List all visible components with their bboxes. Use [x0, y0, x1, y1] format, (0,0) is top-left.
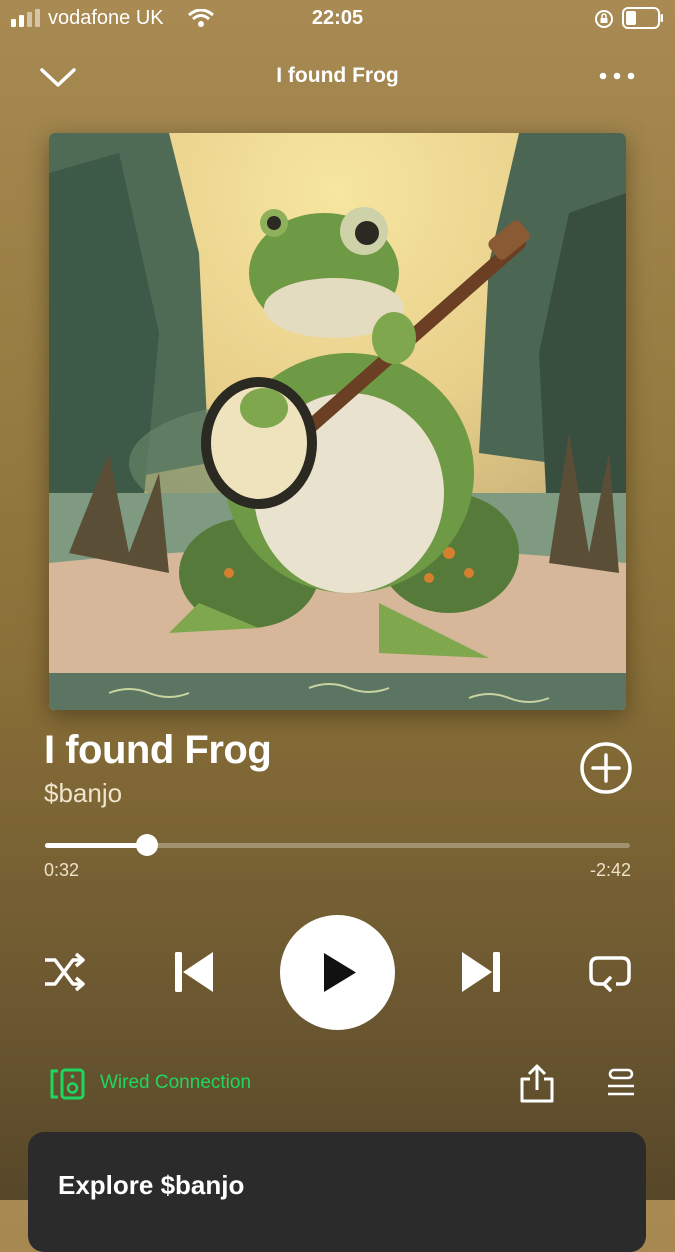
progress-track[interactable]	[45, 834, 630, 856]
status-bar: vodafone UK 22:05	[0, 0, 675, 40]
repeat-icon	[589, 956, 631, 992]
progress-thumb[interactable]	[135, 834, 158, 856]
next-button[interactable]	[460, 950, 502, 994]
shuffle-button[interactable]	[42, 952, 88, 992]
more-options-button[interactable]	[598, 66, 636, 86]
shuffle-icon	[45, 952, 85, 992]
share-icon	[520, 1064, 554, 1103]
speaker-device-icon	[50, 1068, 85, 1100]
repeat-button[interactable]	[588, 951, 632, 993]
queue-icon	[608, 1068, 634, 1096]
skip-previous-icon	[175, 952, 213, 992]
remaining-time: -2:42	[589, 860, 631, 880]
plus-circle-icon	[580, 742, 632, 794]
progress-fill	[45, 843, 147, 848]
skip-next-icon	[462, 952, 500, 992]
play-button[interactable]	[280, 915, 395, 1030]
album-artwork	[49, 133, 626, 710]
status-time: 22:05	[311, 7, 364, 29]
device-label[interactable]: Wired Connection	[100, 1072, 251, 1094]
play-icon	[280, 915, 395, 1030]
explore-card-title: Explore $banjo	[58, 1170, 245, 1200]
artist-name[interactable]: $banjo	[44, 778, 122, 809]
explore-artist-card[interactable]: Explore $banjo	[28, 1132, 646, 1252]
elapsed-time: 0:32	[44, 860, 80, 880]
track-title: I found Frog	[44, 728, 272, 772]
orientation-lock-icon	[595, 10, 613, 28]
battery-icon	[622, 7, 663, 29]
add-to-library-button[interactable]	[579, 741, 633, 795]
frog-banjo-artwork	[49, 133, 626, 710]
now-playing-title: I found Frog	[276, 64, 399, 87]
queue-button[interactable]	[606, 1068, 636, 1102]
share-button[interactable]	[519, 1064, 555, 1104]
more-horizontal-icon	[599, 72, 635, 80]
previous-button[interactable]	[173, 950, 215, 994]
